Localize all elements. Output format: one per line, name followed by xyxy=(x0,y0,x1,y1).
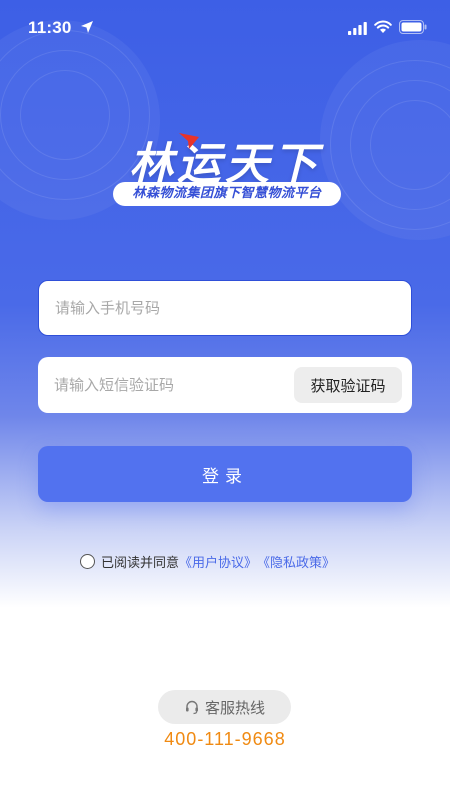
headset-icon xyxy=(185,700,198,715)
cellular-signal-icon xyxy=(348,22,367,35)
privacy-policy-link[interactable]: 《隐私政策》 xyxy=(257,552,335,571)
brand-arrow-icon xyxy=(179,133,199,149)
phone-field xyxy=(38,280,412,336)
status-bar: 11:30 xyxy=(0,0,450,56)
sms-code-input[interactable] xyxy=(38,357,288,413)
wifi-icon xyxy=(374,20,392,33)
customer-service-button[interactable]: 客服热线 xyxy=(158,690,291,724)
agreement-row: 已阅读并同意 《用户协议》 《隐私政策》 xyxy=(80,551,335,571)
user-agreement-link[interactable]: 《用户协议》 xyxy=(179,552,257,571)
get-code-button[interactable]: 获取验证码 xyxy=(294,367,402,403)
hotline-label: 客服热线 xyxy=(204,698,265,717)
location-arrow-icon xyxy=(81,21,93,33)
phone-input[interactable] xyxy=(39,281,411,335)
sms-code-field: 获取验证码 xyxy=(38,357,412,413)
battery-icon xyxy=(399,20,427,34)
status-time: 11:30 xyxy=(28,18,72,37)
hotline-number[interactable]: 400-111-9668 xyxy=(0,729,450,750)
login-button[interactable]: 登录 xyxy=(38,446,412,502)
brand-slogan: 林森物流集团旗下智慧物流平台 xyxy=(113,182,341,206)
agreement-prefix: 已阅读并同意 xyxy=(101,555,180,571)
agreement-radio[interactable] xyxy=(80,553,95,569)
